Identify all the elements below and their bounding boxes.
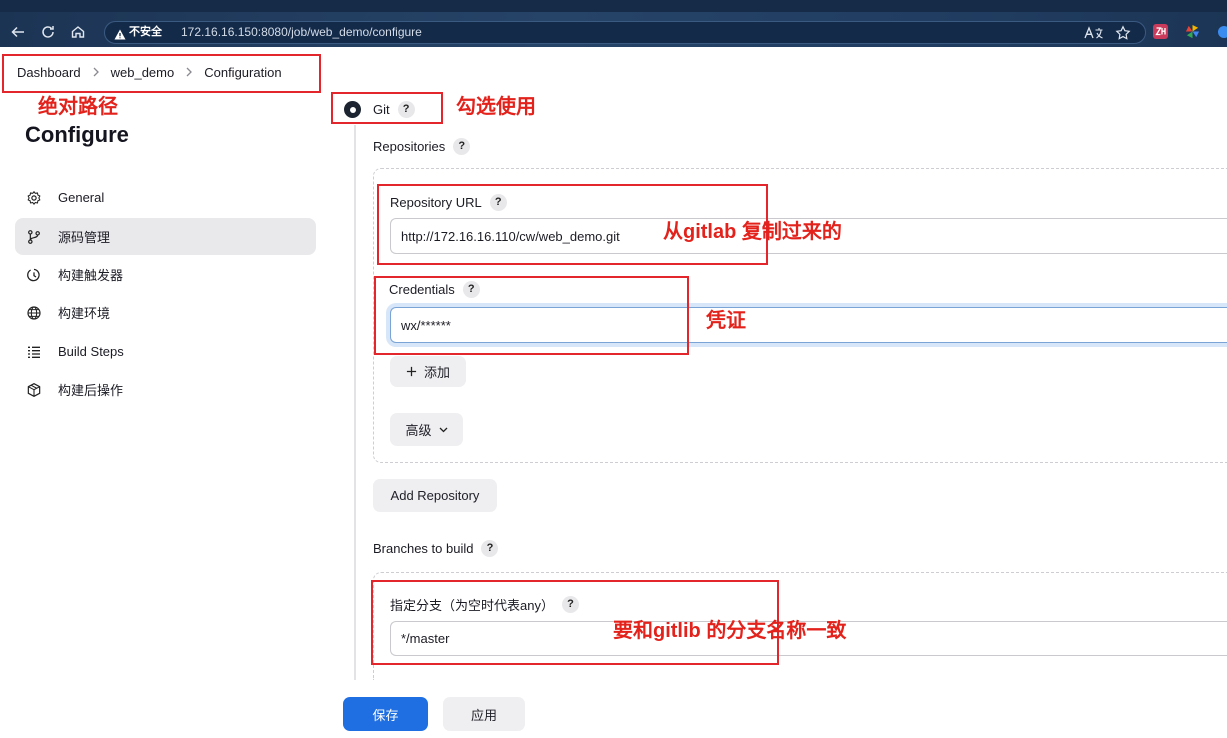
git-label[interactable]: Git xyxy=(373,102,390,117)
sidebar-item-label: General xyxy=(58,190,105,205)
clock-icon xyxy=(27,268,40,281)
annotation-branch-match: 要和gitlib 的分支名称一致 xyxy=(613,620,847,642)
list-icon xyxy=(28,346,40,358)
annotation-credentials: 凭证 xyxy=(706,310,746,332)
sidebar-item-build-steps[interactable]: Build Steps xyxy=(15,333,316,370)
section-divider xyxy=(354,125,356,680)
sidebar-item-source-code[interactable]: 源码管理 xyxy=(15,218,316,255)
add-credentials-label: 添加 xyxy=(423,365,450,380)
branch-specifier-header: 指定分支（为空时代表any） ? xyxy=(390,595,579,613)
tab-strip xyxy=(0,0,1227,12)
profile-icon[interactable] xyxy=(1218,26,1227,38)
repositories-header: Repositories ? xyxy=(373,137,471,155)
globe-icon xyxy=(27,305,41,320)
sidebar-item-post-build[interactable]: 构建后操作 xyxy=(15,371,316,408)
branches-header: Branches to build ? xyxy=(373,539,499,557)
plus-icon xyxy=(406,366,417,377)
apply-label: 应用 xyxy=(470,707,497,723)
help-icon[interactable]: ? xyxy=(462,280,480,298)
sidebar-item-label: 构建后操作 xyxy=(58,383,124,398)
credentials-label: Credentials xyxy=(389,281,455,297)
address-bar[interactable]: 不安全 172.16.16.150:8080/job/web_demo/conf… xyxy=(104,21,1146,44)
package-icon xyxy=(27,382,41,397)
annotation-check-to-use: 勾选使用 xyxy=(456,96,536,118)
git-option: Git ? xyxy=(373,100,415,118)
advanced-button[interactable]: 高级 xyxy=(390,413,463,446)
pinwheel-icon[interactable] xyxy=(1185,24,1200,39)
annotation-copy-from-gitlab: 从gitlab 复制过来的 xyxy=(663,221,842,243)
browser-toolbar: 不安全 172.16.16.150:8080/job/web_demo/conf… xyxy=(0,0,1227,47)
page-title: Configure xyxy=(25,122,129,147)
security-label[interactable]: 不安全 xyxy=(129,22,162,43)
gear-icon xyxy=(27,190,41,205)
chevron-right-icon xyxy=(92,66,100,78)
apply-button[interactable]: 应用 xyxy=(443,697,525,731)
branches-label: Branches to build xyxy=(373,540,474,556)
chevron-right-icon xyxy=(185,66,193,78)
sidebar-item-build-environment[interactable]: 构建环境 xyxy=(15,294,316,331)
sidebar-item-general[interactable]: General xyxy=(15,179,316,216)
sidebar-item-label: Build Steps xyxy=(58,344,124,359)
branch-specifier-label: 指定分支（为空时代表any） xyxy=(390,597,554,613)
sidebar-item-build-triggers[interactable]: 构建触发器 xyxy=(15,256,316,293)
read-aloud-icon[interactable] xyxy=(1084,26,1104,40)
help-icon[interactable]: ? xyxy=(397,100,415,118)
home-icon[interactable] xyxy=(70,24,86,40)
repositories-label: Repositories xyxy=(373,138,446,154)
sidebar-item-label: 构建触发器 xyxy=(58,268,124,283)
git-radio[interactable] xyxy=(344,101,361,118)
warning-icon xyxy=(114,27,126,40)
sidebar-item-label: 构建环境 xyxy=(58,306,111,321)
breadcrumb-job[interactable]: web_demo xyxy=(111,65,175,80)
help-icon[interactable]: ? xyxy=(561,595,579,613)
chevron-down-icon xyxy=(439,427,447,432)
help-icon[interactable]: ? xyxy=(489,193,507,211)
url-text[interactable]: 172.16.16.150:8080/job/web_demo/configur… xyxy=(181,22,422,43)
help-icon[interactable]: ? xyxy=(453,137,471,155)
breadcrumb-dashboard[interactable]: Dashboard xyxy=(17,65,81,80)
star-icon[interactable] xyxy=(1115,25,1131,41)
extension-icon[interactable] xyxy=(1153,24,1168,39)
credentials-select[interactable]: wx/****** xyxy=(390,307,1227,343)
breadcrumb: Dashboard web_demo Configuration xyxy=(17,63,282,81)
credentials-header: Credentials ? xyxy=(389,280,480,298)
breadcrumb-configuration[interactable]: Configuration xyxy=(204,65,281,80)
add-repository-button[interactable]: Add Repository xyxy=(373,479,497,512)
add-repository-label: Add Repository xyxy=(390,488,480,503)
repository-url-label: Repository URL xyxy=(390,194,482,210)
save-button[interactable]: 保存 xyxy=(343,697,428,731)
add-credentials-button[interactable]: 添加 xyxy=(390,356,466,387)
annotation-absolute-path: 绝对路径 xyxy=(38,96,118,118)
sidebar-item-label: 源码管理 xyxy=(58,230,111,245)
save-label: 保存 xyxy=(372,707,399,723)
credentials-value: wx/****** xyxy=(401,317,451,333)
branch-icon xyxy=(28,229,40,244)
reload-icon[interactable] xyxy=(40,24,56,40)
repository-url-header: Repository URL ? xyxy=(390,193,507,211)
advanced-label: 高级 xyxy=(405,423,432,438)
action-bar: 保存 应用 xyxy=(0,680,1227,738)
arrow-left-icon[interactable] xyxy=(10,24,26,40)
help-icon[interactable]: ? xyxy=(481,539,499,557)
